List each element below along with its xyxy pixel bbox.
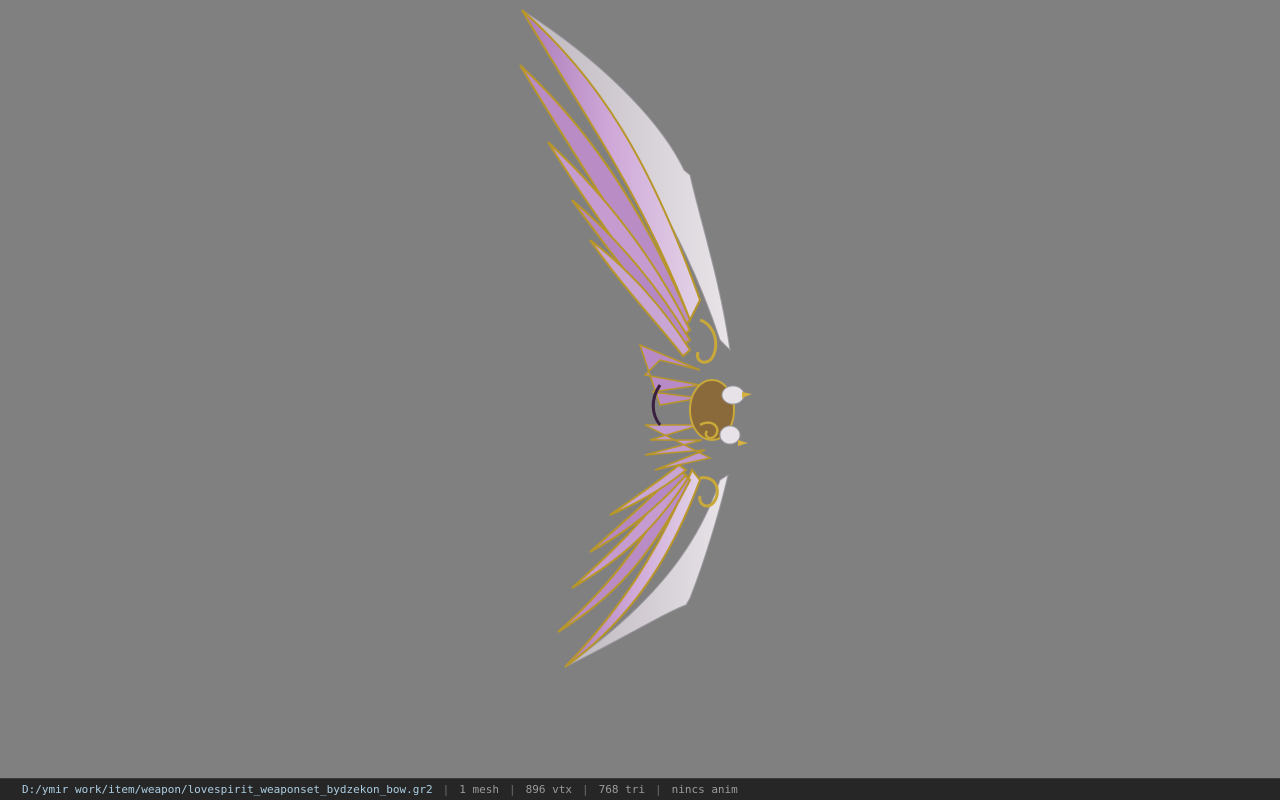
status-mesh-count: 1 mesh <box>459 783 499 796</box>
status-file-path: D:/ymir work/item/weapon/lovespirit_weap… <box>22 783 433 796</box>
status-separator: | <box>508 783 516 796</box>
bird-head-lower <box>719 425 741 445</box>
status-vertex-count: 896 vtx <box>525 783 572 796</box>
bird-head-upper <box>721 385 745 405</box>
model-viewport[interactable] <box>0 0 1280 778</box>
status-separator: | <box>581 783 589 796</box>
lower-gold-curl <box>698 476 719 508</box>
lower-wing <box>557 463 729 668</box>
bow-model <box>519 9 752 668</box>
upper-gold-curl <box>696 318 718 364</box>
status-separator: | <box>442 783 450 796</box>
status-triangle-count: 768 tri <box>598 783 645 796</box>
upper-wing <box>519 9 731 364</box>
bird-beak-lower <box>738 440 748 446</box>
status-separator: | <box>654 783 662 796</box>
grip-feathers-upper <box>638 343 701 406</box>
bird-beak-upper <box>742 392 752 398</box>
status-animation: nincs anim <box>671 783 738 796</box>
status-bar: D:/ymir work/item/weapon/lovespirit_weap… <box>0 778 1280 800</box>
bow-grip <box>638 343 752 471</box>
